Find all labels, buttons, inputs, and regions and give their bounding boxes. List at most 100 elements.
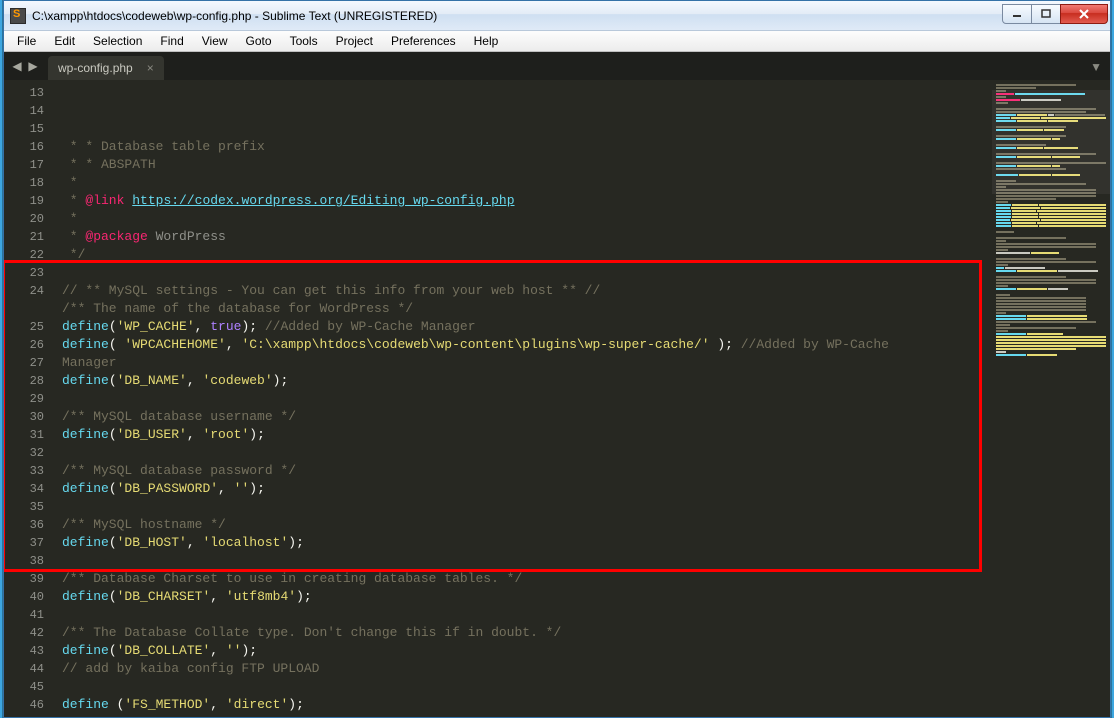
code-line[interactable]: define('DB_HOST', 'localhost');	[62, 534, 992, 552]
tabbar-dropdown-icon[interactable]: ▼	[1090, 60, 1102, 74]
minimap-line	[996, 294, 1106, 296]
code-line[interactable]: * @link https://codex.wordpress.org/Edit…	[62, 192, 992, 210]
code-line[interactable]: /** MySQL database username */	[62, 408, 992, 426]
line-number: 38	[4, 552, 44, 570]
code-line[interactable]: define ('FS_METHOD', 'direct');	[62, 696, 992, 714]
minimap-line	[996, 267, 1106, 269]
code-line[interactable]: define('DB_CHARSET', 'utf8mb4');	[62, 588, 992, 606]
code-line[interactable]: define('DB_USER', 'root');	[62, 426, 992, 444]
code-line[interactable]: // ** MySQL settings - You can get this …	[62, 282, 992, 300]
code-line[interactable]: /** MySQL hostname */	[62, 516, 992, 534]
line-number: 25	[4, 318, 44, 336]
code-line[interactable]: define('DB_PASSWORD', '');	[62, 480, 992, 498]
code-line[interactable]	[62, 714, 992, 717]
line-number: 34	[4, 480, 44, 498]
menu-edit[interactable]: Edit	[45, 32, 84, 50]
app-icon	[10, 8, 26, 24]
minimap-line	[996, 219, 1106, 221]
app-window: C:\xampp\htdocs\codeweb\wp-config.php - …	[3, 0, 1111, 718]
code-line[interactable]: // add by kaiba config FTP UPLOAD	[62, 660, 992, 678]
menu-help[interactable]: Help	[465, 32, 508, 50]
line-number: 39	[4, 570, 44, 588]
minimap[interactable]	[992, 80, 1110, 717]
minimap-line	[996, 279, 1106, 281]
minimize-icon	[1012, 9, 1022, 19]
minimap-line	[996, 240, 1106, 242]
menu-selection[interactable]: Selection	[84, 32, 151, 50]
line-number: 35	[4, 498, 44, 516]
minimap-viewport[interactable]	[992, 90, 1110, 194]
minimap-line	[996, 282, 1106, 284]
code-line[interactable]	[62, 606, 992, 624]
menu-project[interactable]: Project	[327, 32, 382, 50]
minimap-line	[996, 225, 1106, 227]
minimap-line	[996, 315, 1106, 317]
code-line[interactable]: *	[62, 174, 992, 192]
menubar: FileEditSelectionFindViewGotoToolsProjec…	[4, 31, 1110, 52]
minimap-line	[996, 228, 1106, 230]
menu-tools[interactable]: Tools	[281, 32, 327, 50]
code-line[interactable]	[62, 264, 992, 282]
minimap-line	[996, 288, 1106, 290]
close-button[interactable]	[1060, 4, 1108, 24]
code-line[interactable]: /** The Database Collate type. Don't cha…	[62, 624, 992, 642]
code-line[interactable]: define('WP_CACHE', true); //Added by WP-…	[62, 318, 992, 336]
tab-active[interactable]: wp-config.php ×	[48, 56, 164, 80]
line-number: 43	[4, 642, 44, 660]
code-line[interactable]: /** The name of the database for WordPre…	[62, 300, 992, 318]
minimap-line	[996, 291, 1106, 293]
minimize-button[interactable]	[1002, 4, 1032, 24]
minimap-line	[996, 330, 1106, 332]
line-number: 45	[4, 678, 44, 696]
line-number: 22	[4, 246, 44, 264]
tab-nav: ◀ ▶	[10, 59, 48, 73]
code-line[interactable]: define('DB_COLLATE', '');	[62, 642, 992, 660]
code-line[interactable]: *	[62, 210, 992, 228]
line-number: 37	[4, 534, 44, 552]
code-line[interactable]	[62, 678, 992, 696]
editor[interactable]: 1314151617181920212223242526272829303132…	[4, 80, 992, 717]
tab-nav-forward[interactable]: ▶	[26, 59, 40, 73]
minimap-line	[996, 312, 1106, 314]
code[interactable]: * * Database table prefix * * ABSPATH * …	[52, 80, 992, 717]
line-number: 30	[4, 408, 44, 426]
minimap-line	[996, 273, 1106, 275]
minimap-line	[996, 252, 1106, 254]
code-line-wrap[interactable]: Manager	[62, 354, 992, 372]
maximize-button[interactable]	[1031, 4, 1061, 24]
menu-file[interactable]: File	[8, 32, 45, 50]
menu-goto[interactable]: Goto	[237, 32, 281, 50]
code-line[interactable]	[62, 390, 992, 408]
code-line[interactable]: */	[62, 246, 992, 264]
line-number: 26	[4, 336, 44, 354]
menu-preferences[interactable]: Preferences	[382, 32, 465, 50]
minimap-line	[996, 348, 1106, 350]
minimap-line	[996, 84, 1106, 86]
minimap-line	[996, 318, 1106, 320]
line-number: 33	[4, 462, 44, 480]
minimap-line	[996, 327, 1106, 329]
close-icon	[1078, 9, 1090, 19]
tab-close-icon[interactable]: ×	[147, 61, 154, 75]
minimap-line	[996, 354, 1106, 356]
titlebar[interactable]: C:\xampp\htdocs\codeweb\wp-config.php - …	[4, 1, 1110, 31]
minimap-line	[996, 216, 1106, 218]
minimap-line	[996, 234, 1106, 236]
tab-nav-back[interactable]: ◀	[10, 59, 24, 73]
code-line[interactable]: * * Database table prefix	[62, 138, 992, 156]
menu-find[interactable]: Find	[151, 32, 192, 50]
minimap-line	[996, 324, 1106, 326]
code-line[interactable]: define( 'WPCACHEHOME', 'C:\xampp\htdocs\…	[62, 336, 992, 354]
code-line[interactable]: * @package WordPress	[62, 228, 992, 246]
menu-view[interactable]: View	[193, 32, 237, 50]
code-line[interactable]: define('DB_NAME', 'codeweb');	[62, 372, 992, 390]
line-number: 13	[4, 84, 44, 102]
minimap-line	[996, 285, 1106, 287]
code-line[interactable]	[62, 498, 992, 516]
code-line[interactable]: /** MySQL database password */	[62, 462, 992, 480]
code-line[interactable]: /** Database Charset to use in creating …	[62, 570, 992, 588]
code-line[interactable]: * * ABSPATH	[62, 156, 992, 174]
code-line[interactable]	[62, 552, 992, 570]
code-line[interactable]	[62, 444, 992, 462]
minimap-line	[996, 222, 1106, 224]
